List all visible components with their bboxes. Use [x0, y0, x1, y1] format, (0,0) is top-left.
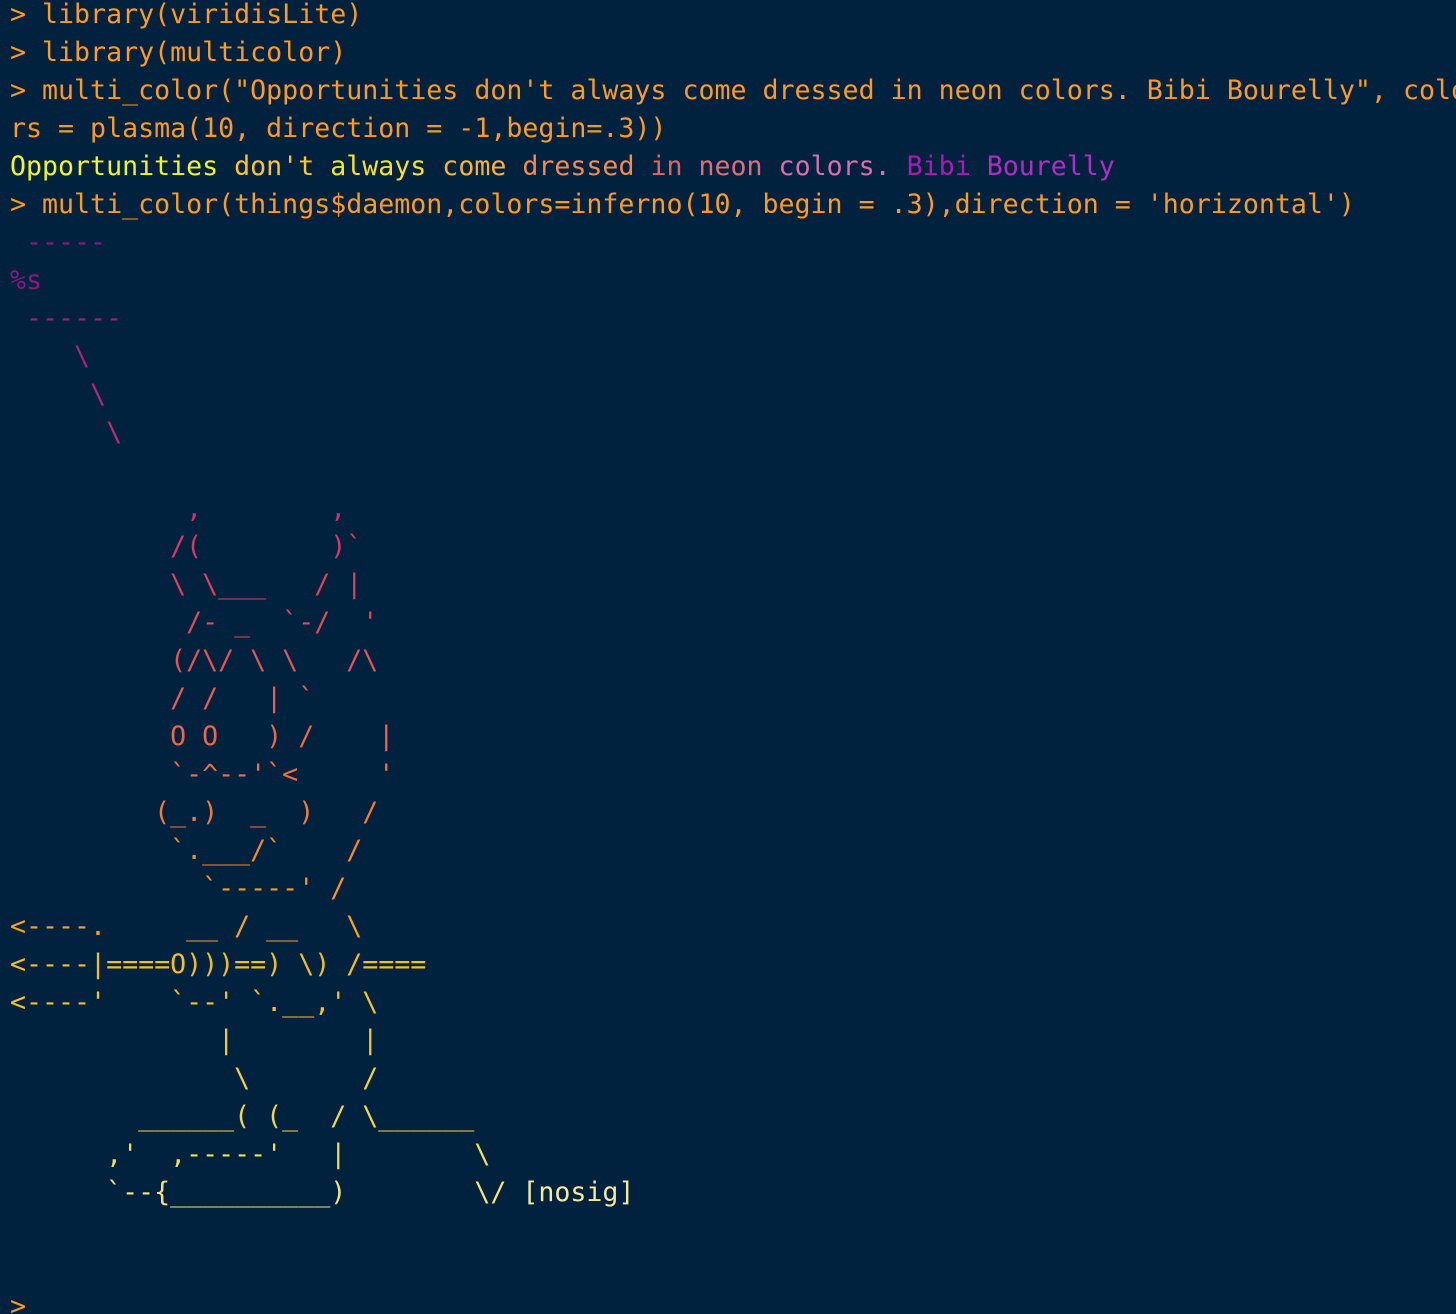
console-text-segment: O O ) / |: [10, 721, 395, 752]
console-output-line: \: [10, 414, 1456, 452]
console-command-line: > multi_color("Opportunities don't alway…: [10, 72, 1456, 110]
console-text-segment: [nosig]: [522, 1177, 635, 1208]
console-text-segment: \: [10, 379, 107, 410]
console-text-segment: ,' ,-----' | \: [10, 1139, 491, 1170]
console-output-line: \ \___ / |: [10, 566, 1456, 604]
console-text-segment: | |: [10, 1025, 379, 1056]
console-text-segment: Bibi: [906, 151, 987, 182]
console-text-segment: %s: [10, 265, 43, 296]
console-text-segment: -----: [10, 227, 107, 258]
console-output-line: O O ) / |: [10, 718, 1456, 756]
console-output-line: `-^--'`< ': [10, 756, 1456, 794]
console-text-segment: `-----' /: [10, 873, 347, 904]
console-text-segment: ------: [10, 303, 123, 334]
console-text-segment: colors.: [762, 151, 907, 182]
console-text-segment: \ \___ / |: [10, 569, 363, 600]
console-text-segment: (_.) _ ) /: [10, 797, 379, 828]
console-output-line: /- _ `-/ ': [10, 604, 1456, 642]
console-output-line: / / | `: [10, 680, 1456, 718]
console-text-segment: > multi_color(things$daemon,colors=infer…: [10, 189, 1355, 220]
console-text-segment: /( )`: [10, 531, 363, 562]
console-text-segment: (/\/ \ \ /\: [10, 645, 379, 676]
console-output-line: \: [10, 338, 1456, 376]
console-output-line: `-----' /: [10, 870, 1456, 908]
console-text-segment: \ /: [10, 1063, 379, 1094]
console-command-line: >: [10, 1288, 1456, 1314]
console-text-segment: come: [426, 151, 523, 182]
console-command-line: > multi_color(things$daemon,colors=infer…: [10, 186, 1456, 224]
console-text-segment: `-^--'`< ': [10, 759, 395, 790]
console-text-segment: / / | `: [10, 683, 315, 714]
console-text-segment: don't: [218, 151, 331, 182]
console-text-segment: ______( (_ / \______: [10, 1101, 475, 1132]
console-output-line: , ,: [10, 490, 1456, 528]
console-output-line: ------: [10, 300, 1456, 338]
console-output-line: ______( (_ / \______: [10, 1098, 1456, 1136]
console-text-segment: > library(viridisLite): [10, 0, 363, 30]
console-text-segment: > library(multicolor): [10, 37, 347, 68]
console-output-line: /( )`: [10, 528, 1456, 566]
console-text-segment: <----' `--' `.__,' \: [10, 987, 379, 1018]
console-text-segment: Opportunities: [10, 151, 219, 182]
console-output-line: <----' `--' `.__,' \: [10, 984, 1456, 1022]
console-text-segment: Bourelly: [986, 151, 1115, 182]
console-output-line: (_.) _ ) /: [10, 794, 1456, 832]
r-console[interactable]: > library(viridisLite) > library(multicol…: [10, 0, 1456, 1314]
console-text-segment: in: [634, 151, 699, 182]
console-output-line: \ /: [10, 1060, 1456, 1098]
console-output-line: Opportunities don't always come dressed …: [10, 148, 1456, 186]
console-text-segment: neon: [698, 151, 763, 182]
console-output-line: `--{__________) \/ [nosig]: [10, 1174, 1456, 1212]
console-text-segment: > multi_color("Opportunities don't alway…: [10, 75, 1456, 106]
console-output-line: `.___/` /: [10, 832, 1456, 870]
console-output-line: <----. __ / __ \: [10, 908, 1456, 946]
console-output-line: <----|====O)))==) \) /====: [10, 946, 1456, 984]
console-output-line: -----: [10, 224, 1456, 262]
console-output-line: (/\/ \ \ /\: [10, 642, 1456, 680]
console-text-segment: , ,: [10, 493, 347, 524]
console-command-line: > library(viridisLite): [10, 0, 1456, 34]
console-command-line: > library(multicolor): [10, 34, 1456, 72]
console-text-segment: <----. __ / __ \: [10, 911, 363, 942]
console-command-line: rs = plasma(10, direction = -1,begin=.3)…: [10, 110, 1456, 148]
console-output-line: | |: [10, 1022, 1456, 1060]
console-text-segment: dressed: [522, 151, 635, 182]
console-text-segment: `--{__________) \/: [10, 1177, 523, 1208]
console-output-line: ,' ,-----' | \: [10, 1136, 1456, 1174]
console-text-segment: \: [10, 417, 123, 448]
console-output-line: %s: [10, 262, 1456, 300]
console-text-segment: /- _ `-/ ': [10, 607, 379, 638]
console-text-segment: always: [330, 151, 427, 182]
console-text-segment: `.___/` /: [10, 835, 363, 866]
console-text-segment: rs = plasma(10, direction = -1,begin=.3)…: [10, 113, 667, 144]
console-text-segment: >: [10, 1291, 27, 1314]
console-text-segment: \: [10, 341, 91, 372]
console-text-segment: <----|====O)))==) \) /====: [10, 949, 427, 980]
console-output-line: \: [10, 376, 1456, 414]
